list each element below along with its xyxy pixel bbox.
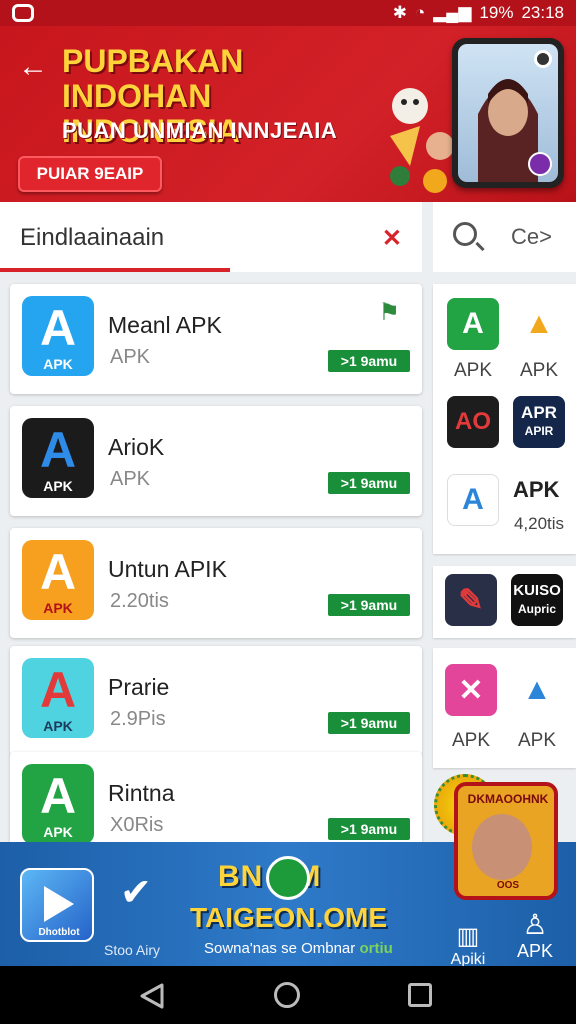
- mini-label: APK: [453, 360, 493, 381]
- app-meta: 2.20tis: [110, 590, 169, 612]
- apk-app-icon: A APK: [22, 764, 94, 844]
- side-group-1: A APK ▲ APK AO APR APIR A APK 4,20tis: [433, 284, 576, 554]
- app-name: ArioK: [108, 434, 165, 460]
- check-icon: ✔: [120, 872, 152, 914]
- apk-green-icon[interactable]: A: [447, 298, 499, 350]
- x-app-icon[interactable]: ✕: [445, 664, 497, 716]
- mini-label: 4,20tis: [513, 514, 565, 533]
- banner-cta-button[interactable]: PUIAR 9EAIP: [18, 156, 162, 192]
- wifi-icon: ◔: [414, 3, 426, 22]
- app-meta: APK: [110, 468, 151, 490]
- clock: 23:18: [521, 3, 564, 22]
- side-group-2: ✎ KUISO Aupric: [433, 566, 576, 638]
- system-nav-bar: [0, 966, 576, 1024]
- list-item[interactable]: A APK ArioK APK >1 9amu: [10, 406, 422, 516]
- top-banner[interactable]: ← PUPBAKAN INDOHAN INDONESIA PUAN UNMIAN…: [0, 26, 576, 202]
- user-icon: ♙: [522, 909, 548, 940]
- apk-app-icon: A APK: [22, 658, 94, 738]
- download-badge[interactable]: >1 9amu: [328, 712, 410, 734]
- video-call-card[interactable]: [452, 38, 564, 188]
- person-avatar-icon: [472, 814, 532, 880]
- promo-domain[interactable]: TAIGEON.OME: [190, 902, 387, 934]
- camera-icon[interactable]: [534, 50, 552, 68]
- mini-label: APK: [517, 730, 557, 751]
- clear-icon[interactable]: ✕: [382, 224, 402, 253]
- flag-icon: ⚑: [378, 299, 400, 326]
- nav-home-icon[interactable]: [274, 982, 300, 1008]
- app-meta: X0Ris: [110, 814, 164, 836]
- apk-text-icon[interactable]: APK: [513, 464, 565, 516]
- app-list-panel: Eindlaainaain ✕ A APK Meanl APK APK ⚑ >1…: [0, 202, 422, 862]
- shoe-app-icon[interactable]: ✎: [445, 574, 497, 626]
- floating-sticker[interactable]: DKMAOOHNK OOS: [430, 770, 562, 902]
- app-meta: 2.9Pis: [110, 708, 166, 730]
- download-badge[interactable]: >1 9amu: [328, 594, 410, 616]
- bluetooth-icon: ✱: [392, 3, 407, 22]
- battery-percent: 19%: [479, 3, 514, 22]
- app-badge-icon: [528, 152, 552, 176]
- download-badge[interactable]: >1 9amu: [328, 818, 410, 840]
- active-tab-indicator: [0, 268, 230, 272]
- app-meta: APK: [110, 346, 151, 368]
- drive-app-icon[interactable]: ▲: [511, 664, 563, 716]
- app-name: Untun APIK: [108, 556, 227, 582]
- side-search-bar[interactable]: Ce>: [433, 202, 576, 272]
- apr-app-icon[interactable]: APR APIR: [513, 396, 565, 448]
- promo-tagline: Sowna'nas se Ombnar ortiu: [204, 940, 393, 957]
- app-name: Prarie: [108, 674, 170, 700]
- signal-icon: ▂▄▆: [433, 3, 472, 22]
- search-icon[interactable]: [453, 222, 477, 246]
- nav-back-icon[interactable]: [138, 982, 166, 1010]
- nav-recents-icon[interactable]: [408, 983, 432, 1007]
- list-item[interactable]: A APK Meanl APK APK ⚑ >1 9amu: [10, 284, 422, 394]
- notification-icon: [12, 4, 34, 22]
- ao-app-icon[interactable]: AO: [447, 396, 499, 448]
- download-badge[interactable]: >1 9amu: [328, 350, 410, 372]
- list-item[interactable]: A APK Untun APIK 2.20tis >1 9amu: [10, 528, 422, 638]
- banner-subtitle: PUAN UNMIAN INNJEAIA: [62, 118, 338, 143]
- sticker-title: DKMAOOHNK: [467, 792, 549, 806]
- promo-mid-label: Stoo Airy: [104, 942, 161, 958]
- mini-label: APK: [451, 730, 491, 751]
- status-bar: ✱ ◔ ▂▄▆ 19% 23:18: [0, 0, 576, 26]
- video-preview: [458, 44, 558, 182]
- apk-triangle-icon[interactable]: ▲: [513, 298, 565, 350]
- building-icon: ▥: [456, 923, 480, 950]
- search-bar[interactable]: Eindlaainaain ✕: [0, 202, 422, 272]
- sticker-foot: OOS: [496, 880, 520, 891]
- app-name: Meanl APK: [108, 312, 222, 338]
- mini-label: APK: [519, 360, 559, 381]
- video-player-icon[interactable]: Dhotblot: [20, 868, 94, 942]
- side-group-3: ✕ APK ▲ APK: [433, 648, 576, 768]
- apk-blue-icon[interactable]: A: [447, 474, 499, 526]
- app-name: Rintna: [108, 780, 175, 806]
- apk-app-icon: A APK: [22, 296, 94, 376]
- apk-shortcut[interactable]: ♙ APK: [510, 908, 560, 962]
- download-badge[interactable]: >1 9amu: [328, 472, 410, 494]
- back-arrow-icon[interactable]: ←: [18, 52, 48, 82]
- apk-app-icon: A APK: [22, 418, 94, 498]
- apiki-shortcut[interactable]: ▥ Apiki: [448, 922, 488, 966]
- side-search-hint: Ce>: [511, 224, 552, 249]
- list-item[interactable]: A APK Prarie 2.9Pis >1 9amu: [10, 646, 422, 756]
- apk-app-icon: A APK: [22, 540, 94, 620]
- promo-logo-icon: [266, 856, 310, 900]
- kuiso-app-icon[interactable]: KUISO Aupric: [511, 574, 563, 626]
- search-input[interactable]: Eindlaainaain: [20, 224, 164, 252]
